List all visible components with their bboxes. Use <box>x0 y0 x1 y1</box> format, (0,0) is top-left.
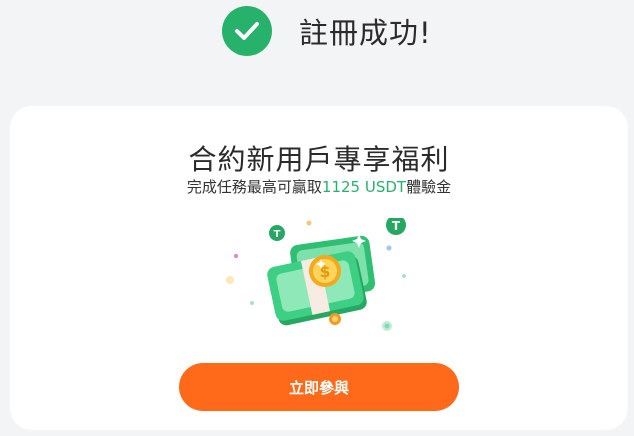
join-now-button[interactable]: 立即參與 <box>179 363 459 411</box>
reward-amount: 1125 USDT <box>321 178 407 196</box>
promo-subtitle: 完成任務最高可贏取1125 USDT體驗金 <box>10 176 628 197</box>
registration-success-header: 註冊成功! <box>222 6 432 56</box>
coin-icon: $ <box>309 255 341 287</box>
subtitle-prefix: 完成任務最高可贏取 <box>186 178 322 196</box>
check-circle-icon <box>222 6 272 56</box>
promo-card: 合約新用戶專享福利 完成任務最高可贏取1125 USDT體驗金 $ T T 立即… <box>10 106 628 430</box>
success-title: 註冊成功! <box>299 16 432 50</box>
money-illustration: $ T T <box>226 218 406 331</box>
svg-text:T: T <box>274 229 281 240</box>
promo-title: 合約新用戶專享福利 <box>188 143 450 176</box>
tether-token-icon: T <box>269 225 285 241</box>
svg-text:T: T <box>392 219 401 233</box>
tether-token-icon: T <box>386 218 406 235</box>
subtitle-suffix: 體驗金 <box>406 178 452 196</box>
